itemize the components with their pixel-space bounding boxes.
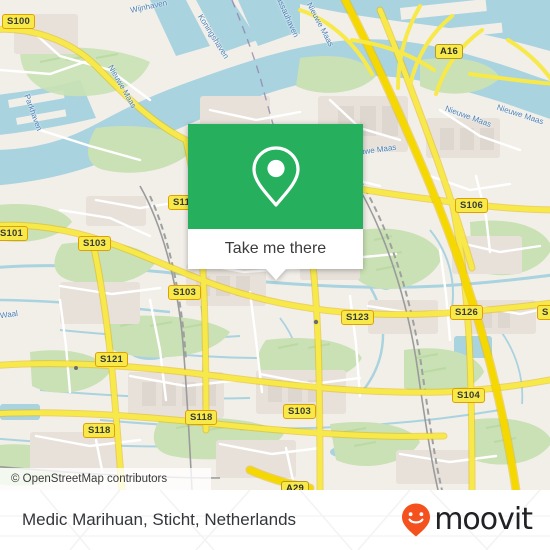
moovit-smiley-pin-icon [402, 503, 431, 537]
map-attribution[interactable]: © OpenStreetMap contributors [0, 468, 211, 490]
map-canvas[interactable]: S100 A16 S101 S103 S115 S106 S103 S123 S… [0, 0, 550, 490]
road-shield-s106: S106 [455, 198, 488, 213]
attribution-text: © OpenStreetMap contributors [11, 473, 168, 485]
road-shield-s126: S126 [450, 305, 483, 320]
moovit-brand[interactable]: moovit [400, 502, 533, 538]
take-me-there-label: Take me there [224, 240, 327, 257]
road-shield-a16: A16 [435, 44, 464, 59]
road-shield-s103-c: S103 [283, 404, 316, 419]
road-shield-s121: S121 [95, 352, 128, 367]
road-shield-s103-b: S103 [168, 285, 201, 300]
moovit-map-screenshot: S100 A16 S101 S103 S115 S106 S103 S123 S… [0, 0, 550, 550]
road-shield-s123: S123 [341, 310, 374, 325]
road-shield-s118-a: S118 [185, 410, 218, 425]
road-shield-s103-a: S103 [78, 236, 111, 251]
road-shield-s101: S101 [0, 226, 28, 241]
popup-pointer-tail [265, 269, 286, 280]
road-shield-s104: S104 [452, 388, 485, 403]
road-shield-s-edge: S [537, 305, 550, 320]
map-pin-icon [251, 145, 300, 207]
location-popup[interactable]: Take me there [188, 124, 363, 280]
moovit-wordmark: moovit [434, 502, 533, 537]
location-title: Medic Marihuan, Sticht, Netherlands [22, 510, 297, 529]
road-shield-a29: A29 [281, 481, 310, 490]
road-shield-s100: S100 [2, 14, 35, 29]
footer-bar: Medic Marihuan, Sticht, Netherlands moov… [0, 490, 550, 550]
popup-action-bar[interactable]: Take me there [188, 229, 363, 280]
popup-icon-panel [188, 124, 363, 229]
road-shield-s118-b: S118 [83, 423, 116, 438]
